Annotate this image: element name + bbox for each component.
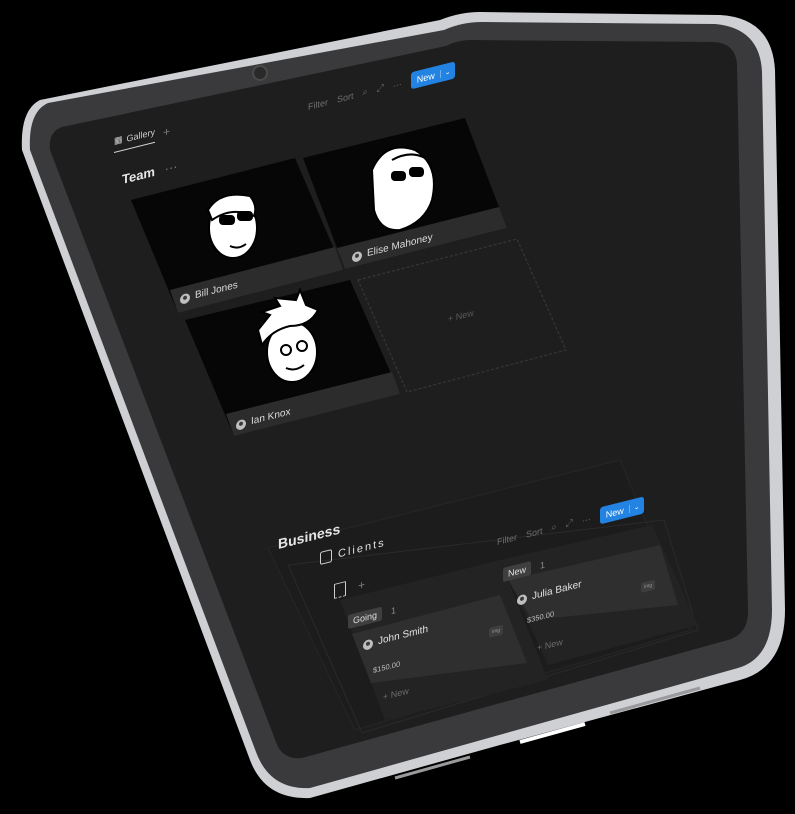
business-toolbar: Filter Sort ⌕ ⤢ ··· New ⌄ <box>497 496 644 550</box>
image-icon: img <box>641 579 655 593</box>
person-icon <box>180 292 190 305</box>
add-card-button[interactable]: + New <box>383 686 409 702</box>
card-price: $350.00 <box>527 609 555 625</box>
chevron-down-icon[interactable]: ⌄ <box>439 65 455 78</box>
add-card-button[interactable]: + New <box>537 637 563 653</box>
business-title: Business <box>278 520 341 552</box>
gallery-card[interactable]: Ian Knox <box>236 406 290 431</box>
gallery-icon: ▦ <box>114 133 123 146</box>
card-name: Ian Knox <box>251 406 291 428</box>
image-icon: img <box>489 624 503 638</box>
board-title: Clients <box>320 536 386 565</box>
status-badge[interactable]: Going <box>348 606 383 629</box>
view-tabs: ▦ Gallery + <box>114 122 170 153</box>
new-button[interactable]: New ⌄ <box>599 496 644 525</box>
card-name: Elise Mahoney <box>367 231 433 260</box>
person-icon <box>352 250 362 263</box>
sort-button[interactable]: Sort <box>337 90 354 104</box>
board-title-label: Clients <box>338 536 386 561</box>
status-badge[interactable]: New <box>503 561 532 582</box>
tab-gallery-label: Gallery <box>126 126 156 144</box>
page-title: Team ··· <box>122 158 178 187</box>
filter-button[interactable]: Filter <box>497 532 517 547</box>
chevron-down-icon[interactable]: ⌄ <box>628 500 644 513</box>
board-view-icon[interactable] <box>334 581 346 599</box>
new-card-button[interactable]: + New <box>448 308 474 324</box>
new-button-label: New <box>605 504 624 520</box>
add-view-icon[interactable]: + <box>163 124 170 140</box>
person-icon <box>517 593 527 606</box>
filter-button[interactable]: Filter <box>308 97 328 112</box>
group-header-new: New 1 <box>503 558 545 582</box>
person-icon <box>363 638 373 651</box>
expand-icon[interactable]: ⤢ <box>377 82 384 95</box>
new-button-label: New <box>416 69 435 85</box>
person-icon <box>236 418 246 431</box>
group-count: 1 <box>391 605 397 617</box>
search-icon[interactable]: ⌕ <box>363 86 368 98</box>
sort-button[interactable]: Sort <box>526 525 543 539</box>
group-header-going: Going 1 <box>348 603 396 629</box>
card-name: John Smith <box>378 623 429 648</box>
new-button[interactable]: New ⌄ <box>410 61 455 90</box>
app-screen: Filter Sort ⌕ ⤢ ··· New ⌄ ▦ Gallery + Te… <box>0 0 795 814</box>
group-count: 1 <box>540 559 546 571</box>
kanban-card[interactable]: Julia Baker <box>517 579 581 606</box>
team-more-button[interactable]: ··· <box>165 158 178 176</box>
search-icon[interactable]: ⌕ <box>552 521 557 533</box>
gallery-card[interactable]: Elise Mahoney <box>352 232 433 263</box>
gallery-card[interactable]: Bill Jones <box>180 280 238 305</box>
database-icon <box>320 549 332 565</box>
card-name: Bill Jones <box>195 279 238 302</box>
more-button[interactable]: ··· <box>582 513 591 525</box>
expand-icon[interactable]: ⤢ <box>566 517 573 530</box>
card-name: Julia Baker <box>532 578 582 603</box>
card-price: $150.00 <box>373 659 401 675</box>
top-toolbar: Filter Sort ⌕ ⤢ ··· New ⌄ <box>308 61 455 115</box>
board-view-tabs: + <box>334 576 365 599</box>
kanban-card[interactable]: John Smith <box>363 624 428 651</box>
more-button[interactable]: ··· <box>393 78 402 90</box>
tab-gallery[interactable]: ▦ Gallery <box>114 125 156 153</box>
team-title: Team <box>122 163 155 187</box>
add-view-icon[interactable]: + <box>358 577 365 593</box>
